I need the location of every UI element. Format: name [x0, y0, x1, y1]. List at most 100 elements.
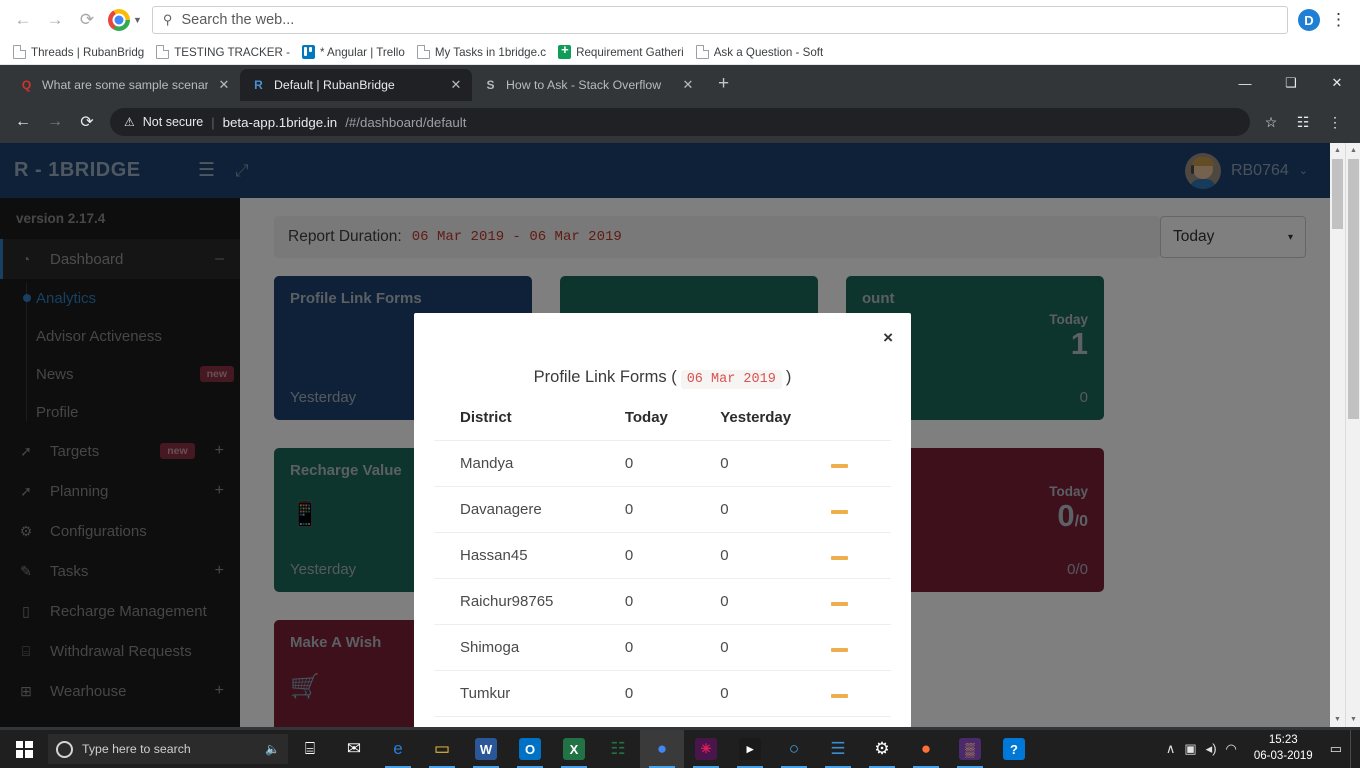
- page-scrollbar-thumb[interactable]: [1348, 159, 1359, 419]
- taskbar-clock[interactable]: 15:23 06-03-2019: [1246, 733, 1321, 764]
- taskbar-search-input[interactable]: Type here to search 🔈: [48, 734, 288, 764]
- page-icon: [156, 45, 170, 59]
- taskbar-app-button[interactable]: ●: [904, 730, 948, 768]
- taskbar-app-button[interactable]: ▸: [728, 730, 772, 768]
- modal-title-paren-open: (: [671, 368, 677, 386]
- taskbar-app-button[interactable]: ✳: [684, 730, 728, 768]
- action-center-icon[interactable]: ▭: [1330, 741, 1342, 757]
- taskbar-app-button[interactable]: ?: [992, 730, 1036, 768]
- tray-expand-icon[interactable]: ∧: [1166, 741, 1176, 757]
- address-divider: |: [211, 114, 215, 130]
- desktop-reload-icon[interactable]: ⟳: [72, 5, 102, 35]
- inner-scrollbar[interactable]: ▲ ▼: [1330, 143, 1345, 727]
- table-row[interactable]: Hassan45 0 0: [434, 532, 891, 579]
- tab-favicon-icon: R: [254, 78, 263, 92]
- cmd-icon: ▸: [739, 738, 761, 760]
- taskbar-app-button[interactable]: ⚙: [860, 730, 904, 768]
- cell-trend: [830, 486, 891, 533]
- column-header-district[interactable]: District: [434, 409, 625, 441]
- taskbar-app-button[interactable]: ✉: [332, 730, 376, 768]
- cell-yesterday: 0: [720, 670, 831, 717]
- forward-button[interactable]: →: [40, 107, 70, 137]
- maximize-button[interactable]: ❑: [1268, 65, 1314, 101]
- table-row[interactable]: Raichur98765 0 0: [434, 578, 891, 625]
- column-header-today[interactable]: Today: [625, 409, 720, 441]
- microphone-icon[interactable]: 🔈: [265, 742, 280, 756]
- inner-scrollbar-thumb[interactable]: [1332, 159, 1343, 229]
- show-desktop-button[interactable]: [1350, 730, 1360, 768]
- close-tab-icon[interactable]: ✕: [216, 77, 232, 93]
- reload-button[interactable]: ⟳: [72, 107, 102, 137]
- address-bar[interactable]: ⚠ Not secure | beta-app.1bridge.in /#/das…: [110, 108, 1250, 136]
- bookmark-item[interactable]: * Angular | Trello: [299, 45, 414, 59]
- scroll-down-icon[interactable]: ▼: [1330, 712, 1345, 727]
- desktop-search-input[interactable]: ⚲ Search the web...: [151, 6, 1288, 34]
- cortana-badge-icon[interactable]: D: [1298, 9, 1320, 31]
- scroll-down-icon[interactable]: ▼: [1346, 712, 1360, 727]
- table-row[interactable]: Davanagere 0 0: [434, 486, 891, 533]
- desktop-overflow-icon[interactable]: ⋮: [1330, 10, 1348, 30]
- taskbar-app-button[interactable]: ☷: [596, 730, 640, 768]
- chrome-logo-caret-icon[interactable]: ▼: [133, 15, 142, 25]
- close-tab-icon[interactable]: ✕: [448, 77, 464, 93]
- desktop-forward-icon[interactable]: →: [40, 5, 70, 35]
- table-row[interactable]: Tumkur 0 0: [434, 670, 891, 717]
- taskbar-app-button[interactable]: W: [464, 730, 508, 768]
- bookmark-item[interactable]: Requirement Gatheri: [555, 45, 693, 59]
- table-row[interactable]: Shimoga 0 0: [434, 624, 891, 671]
- bookmark-item[interactable]: Ask a Question - Soft: [693, 45, 833, 59]
- chrome-menu-icon[interactable]: ⋮: [1322, 114, 1348, 131]
- table-header-row: District Today Yesterday: [434, 409, 891, 441]
- scroll-up-icon[interactable]: ▲: [1330, 143, 1345, 158]
- browser-tab[interactable]: S How to Ask - Stack Overflow ✕: [472, 69, 704, 101]
- bookmark-label: Requirement Gatheri: [576, 45, 684, 59]
- taskbar-app-button[interactable]: ▭: [420, 730, 464, 768]
- table-row[interactable]: Mandya 0 0: [434, 440, 891, 487]
- column-header-yesterday[interactable]: Yesterday: [720, 409, 830, 441]
- start-button[interactable]: [0, 730, 48, 768]
- close-window-button[interactable]: ✕: [1314, 65, 1360, 101]
- scroll-up-icon[interactable]: ▲: [1346, 143, 1360, 158]
- bookmark-item[interactable]: Threads | RubanBridg: [10, 45, 153, 59]
- taskbar-app-button[interactable]: ☰: [816, 730, 860, 768]
- excel-icon: X: [563, 738, 585, 760]
- back-button[interactable]: ←: [8, 107, 38, 137]
- browser-toolbar: ← → ⟳ ⚠ Not secure | beta-app.1bridge.in…: [0, 101, 1360, 143]
- taskbar-app-button[interactable]: e: [376, 730, 420, 768]
- cell-trend: [830, 440, 891, 487]
- search-icon: ⚲: [162, 12, 173, 27]
- bookmark-star-icon[interactable]: ☆: [1258, 114, 1284, 131]
- browser-tab[interactable]: Q What are some sample scenarios ✕: [8, 69, 240, 101]
- taskbar-app-button[interactable]: ⌸: [288, 730, 332, 768]
- battery-icon[interactable]: ▣: [1184, 741, 1196, 757]
- browser-tab[interactable]: R Default | RubanBridge ✕: [240, 69, 472, 101]
- bookmark-item[interactable]: TESTING TRACKER -: [153, 45, 299, 59]
- page-icon: [695, 45, 709, 59]
- taskbar-app-button[interactable]: ●: [640, 730, 684, 768]
- minimize-button[interactable]: —: [1222, 65, 1268, 101]
- extensions-icon[interactable]: ☷: [1290, 114, 1316, 131]
- chrome-browser-window: ← → ⟳ ▼ ⚲ Search the web... D ⋮ Threads …: [0, 0, 1360, 730]
- network-icon[interactable]: ◠: [1226, 741, 1237, 757]
- windows-logo-icon: [15, 740, 33, 758]
- url-path: /#/dashboard/default: [345, 114, 467, 130]
- taskbar-app-button[interactable]: O: [508, 730, 552, 768]
- new-tab-button[interactable]: +: [718, 73, 729, 95]
- close-icon[interactable]: ×: [883, 329, 893, 346]
- modal-date-chip: 06 Mar 2019: [680, 370, 782, 389]
- taskbar-app-button[interactable]: ▒: [948, 730, 992, 768]
- bookmark-item[interactable]: My Tasks in 1bridge.c: [414, 45, 555, 59]
- tab-title: How to Ask - Stack Overflow: [506, 78, 662, 92]
- desktop-back-icon[interactable]: ←: [8, 5, 38, 35]
- taskbar-app-button[interactable]: ○: [772, 730, 816, 768]
- volume-icon[interactable]: ◂): [1206, 741, 1217, 757]
- excel2-icon: ☷: [610, 739, 626, 758]
- bookmark-label: Threads | RubanBridg: [31, 45, 145, 59]
- taskbar-app-button[interactable]: X: [552, 730, 596, 768]
- table-row[interactable]: Vishakapatnam 0 0: [434, 716, 891, 727]
- cell-yesterday: 0: [720, 716, 831, 727]
- chrome-logo-icon[interactable]: [108, 9, 130, 31]
- close-tab-icon[interactable]: ✕: [680, 77, 696, 93]
- page-scrollbar[interactable]: ▲ ▼: [1345, 143, 1360, 727]
- cell-today: 0: [624, 670, 721, 717]
